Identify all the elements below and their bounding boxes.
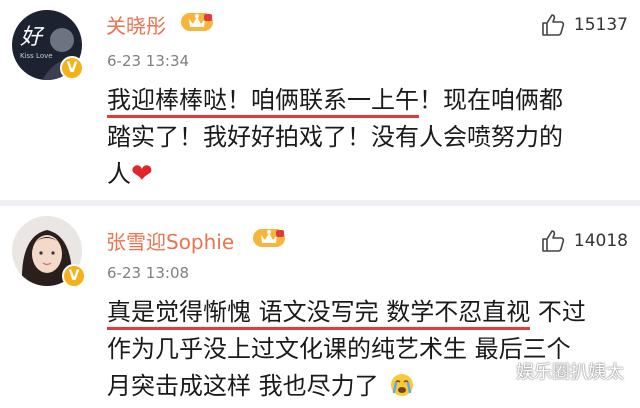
username[interactable]: 张雪迎Sophie <box>106 226 234 255</box>
avatar-title-text: 好 <box>20 25 45 50</box>
comment-text-line: 人 <box>107 160 131 188</box>
vip-crown-icon <box>253 229 285 247</box>
comment-text: 真是觉得惭愧 语文没写完 数学不忍直视 不过 作为几乎没上过文化课的纯艺术生 最… <box>107 294 627 405</box>
comment-time: 6-23 13:08 <box>107 264 190 282</box>
thumbs-up-icon <box>542 14 565 36</box>
underlined-text: 真是觉得惭愧 语文没写完 数学不忍直视 <box>107 298 531 330</box>
watermark-text: 娱乐圈扒姨太 <box>516 362 624 383</box>
comment-text-line: 月突击成这样 我也尽力了 <box>107 372 379 400</box>
vip-crown-icon <box>181 13 213 31</box>
thumbs-up-icon <box>542 230 565 252</box>
like-count: 15137 <box>573 15 628 35</box>
verified-badge-icon: V <box>60 56 84 80</box>
comment-time: 6-23 13:34 <box>107 52 190 70</box>
comment-text-line: 不过 <box>530 298 586 326</box>
watermark: 娱乐圈扒姨太 <box>486 358 624 384</box>
crying-face-icon <box>391 374 414 396</box>
username[interactable]: 关晓彤 <box>106 10 166 39</box>
heart-icon: ❤ <box>131 159 153 189</box>
comment-text: 我迎棒棒哒！咱俩联系一上午！现在咱俩都 踏实了！我好好拍戏了！没有人会喷努力的 … <box>107 82 627 193</box>
like-button[interactable]: 15137 <box>540 12 628 38</box>
like-count: 14018 <box>573 231 628 251</box>
comment-text-line: 踏实了！我好好拍戏了！没有人会喷努力的 <box>107 123 563 151</box>
underlined-text: 我迎棒棒哒！咱俩联系一上午 <box>107 86 419 118</box>
like-button[interactable]: 14018 <box>540 228 628 254</box>
avatar-caption-text: Kiss Love <box>20 52 53 60</box>
verified-badge-icon: V <box>62 264 86 288</box>
comment-text-line: ！现在咱俩都 <box>419 86 563 114</box>
wechat-icon <box>486 360 512 381</box>
comment-1: 好 Kiss Love V 关晓彤 6-23 13:34 15137 我迎棒棒哒… <box>0 0 640 200</box>
